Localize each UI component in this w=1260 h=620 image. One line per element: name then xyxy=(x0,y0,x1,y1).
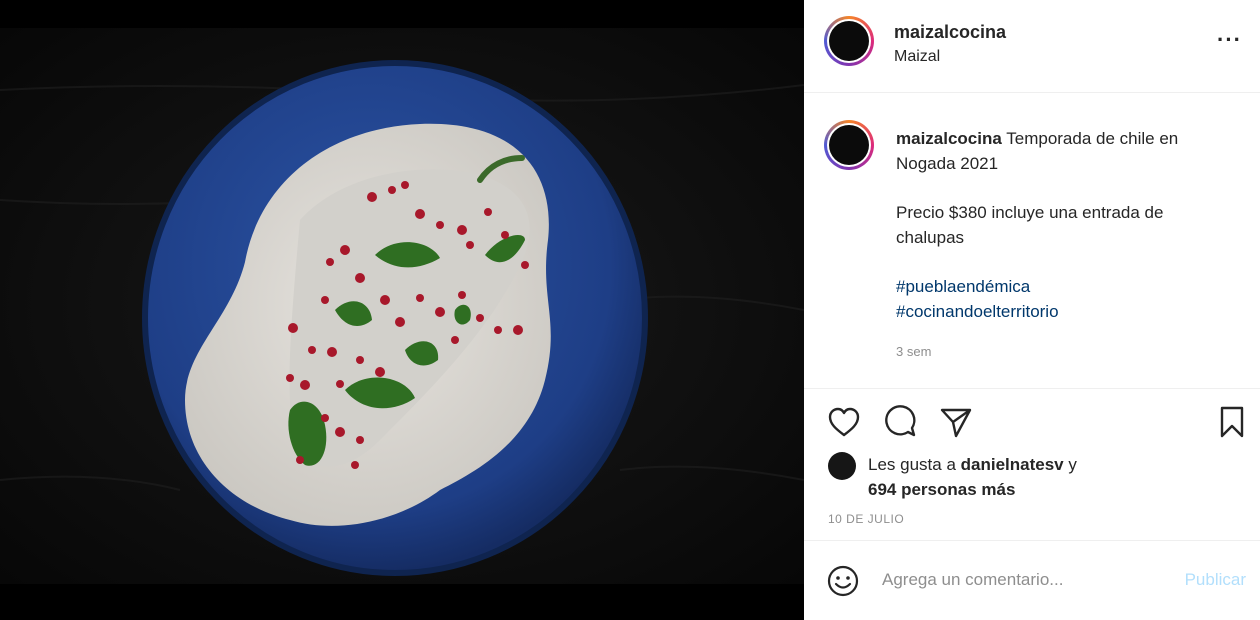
likes-text: Les gusta a danielnatesv y 694 personas … xyxy=(868,452,1168,502)
caption-line-2: Precio $380 incluye una entrada de chalu… xyxy=(896,203,1164,247)
heart-icon[interactable] xyxy=(826,404,862,440)
chile-en-nogada-image xyxy=(0,0,804,620)
post-date: 10 DE JULIO xyxy=(828,512,905,526)
likes-connector: y xyxy=(1068,455,1077,474)
post-actions: Les gusta a danielnatesv y 694 personas … xyxy=(804,388,1260,541)
caption-text: maizalcocina Temporada de chile en Nogad… xyxy=(896,126,1236,324)
likes-count[interactable]: 694 personas más xyxy=(868,480,1015,499)
caption-username[interactable]: maizalcocina xyxy=(896,129,1002,148)
avatar[interactable] xyxy=(824,16,874,66)
caption-avatar[interactable] xyxy=(824,120,874,170)
post-header: maizalcocina Maizal ··· xyxy=(804,0,1260,93)
emoji-icon[interactable] xyxy=(826,564,860,598)
post-side-panel: maizalcocina Maizal ··· maizalcocina Tem… xyxy=(804,0,1260,620)
comment-input[interactable]: Agrega un comentario... xyxy=(882,570,1162,590)
more-options-icon[interactable]: ··· xyxy=(1217,29,1242,51)
hashtag-link[interactable]: #cocinandoelterritorio xyxy=(896,299,1236,324)
post-photo[interactable] xyxy=(0,0,804,620)
likes-prefix: Les gusta a xyxy=(868,455,956,474)
liker-username[interactable]: danielnatesv xyxy=(961,455,1064,474)
bookmark-icon[interactable] xyxy=(1214,404,1250,440)
comment-icon[interactable] xyxy=(882,404,918,440)
comment-box: Agrega un comentario... Publicar xyxy=(804,540,1260,620)
post-caption: maizalcocina Temporada de chile en Nogad… xyxy=(804,92,1260,389)
liker-avatar[interactable] xyxy=(828,452,856,480)
publish-button[interactable]: Publicar xyxy=(1185,570,1246,590)
instagram-post-window: maizalcocina Maizal ··· maizalcocina Tem… xyxy=(0,0,1260,620)
share-icon[interactable] xyxy=(938,404,974,440)
caption-time: 3 sem xyxy=(896,344,932,359)
header-location[interactable]: Maizal xyxy=(894,48,940,66)
hashtag-link[interactable]: #pueblaendémica xyxy=(896,274,1236,299)
header-username[interactable]: maizalcocina xyxy=(894,22,1006,43)
